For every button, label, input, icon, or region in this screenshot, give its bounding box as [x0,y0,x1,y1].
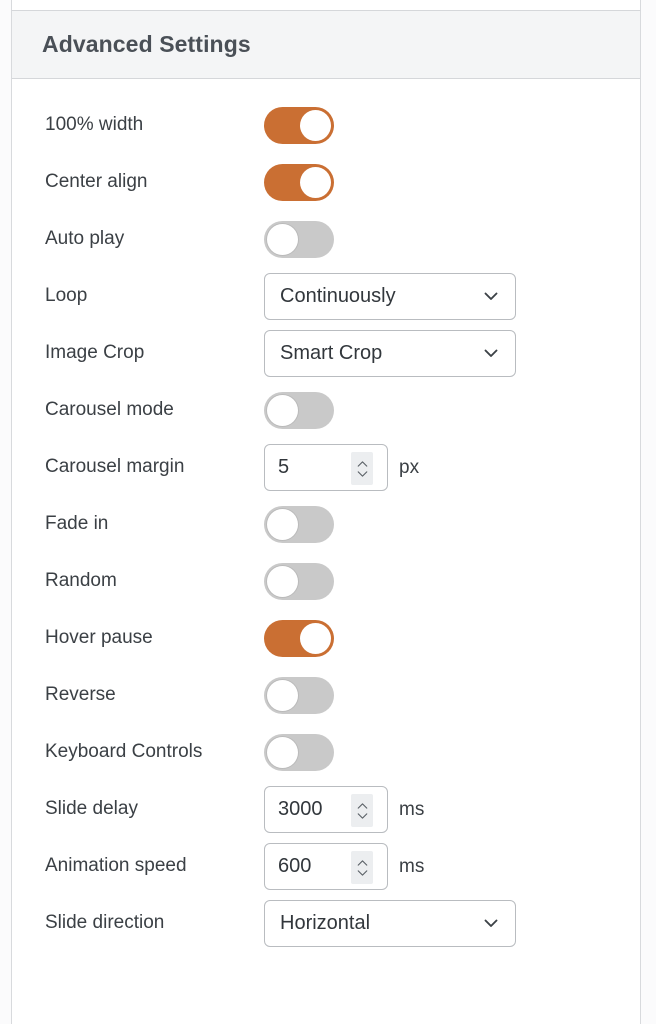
setting-row-loop: Loop Continuously [12,268,640,325]
number-value-slide-delay: 3000 [278,798,323,820]
chevron-down-icon [484,289,498,303]
setting-control-slide-delay: 3000 ms [264,786,424,833]
toggle-full-width[interactable] [264,107,334,144]
number-value-carousel-margin: 5 [278,456,290,478]
setting-control-random [264,563,334,600]
setting-row-random: Random [12,553,640,610]
setting-row-full-width: 100% width [12,97,640,154]
setting-row-auto-play: Auto play [12,211,640,268]
setting-control-reverse [264,677,334,714]
chevron-down-icon [484,346,498,360]
setting-label-image-crop: Image Crop [45,342,145,364]
toggle-knob [300,110,331,141]
advanced-settings-panel: Advanced Settings 100% width Center align… [11,11,641,1024]
setting-row-keyboard-controls: Keyboard Controls [12,724,640,781]
setting-label-random: Random [45,570,117,592]
number-input-animation-speed[interactable]: 600 [264,843,388,890]
setting-control-carousel-mode [264,392,334,429]
select-slide-direction[interactable]: Horizontal [264,900,516,947]
spinner-up-icon[interactable] [357,859,368,866]
setting-label-carousel-margin: Carousel margin [45,456,185,478]
select-value-slide-direction: Horizontal [280,912,371,934]
setting-row-center-align: Center align [12,154,640,211]
setting-row-carousel-mode: Carousel mode [12,382,640,439]
setting-row-fade-in: Fade in [12,496,640,553]
toggle-random[interactable] [264,563,334,600]
toggle-knob [267,224,298,255]
setting-label-fade-in: Fade in [45,513,109,535]
toggle-keyboard-controls[interactable] [264,734,334,771]
setting-row-reverse: Reverse [12,667,640,724]
number-input-carousel-margin[interactable]: 5 [264,444,388,491]
setting-label-loop: Loop [45,285,88,307]
setting-label-reverse: Reverse [45,684,116,706]
spinner-down-icon[interactable] [357,869,368,876]
setting-label-slide-delay: Slide delay [45,798,138,820]
toggle-fade-in[interactable] [264,506,334,543]
spinner-up-icon[interactable] [357,802,368,809]
spinner-up-icon[interactable] [357,460,368,467]
toggle-knob [267,680,298,711]
setting-label-carousel-mode: Carousel mode [45,399,174,421]
panel-header: Advanced Settings [12,11,640,79]
setting-control-loop: Continuously [264,273,516,320]
toggle-knob [267,509,298,540]
setting-row-animation-speed: Animation speed 600 ms [12,838,640,895]
setting-label-center-align: Center align [45,171,148,193]
setting-label-auto-play: Auto play [45,228,125,250]
toggle-auto-play[interactable] [264,221,334,258]
setting-control-auto-play [264,221,334,258]
select-value-loop: Continuously [280,285,396,307]
toggle-hover-pause[interactable] [264,620,334,657]
setting-label-full-width: 100% width [45,114,144,136]
setting-row-carousel-margin: Carousel margin 5 px [12,439,640,496]
setting-control-hover-pause [264,620,334,657]
select-image-crop[interactable]: Smart Crop [264,330,516,377]
setting-control-image-crop: Smart Crop [264,330,516,377]
settings-list: 100% width Center align Auto play Loop Conti… [12,80,640,952]
setting-label-hover-pause: Hover pause [45,627,153,649]
setting-row-image-crop: Image Crop Smart Crop [12,325,640,382]
toggle-carousel-mode[interactable] [264,392,334,429]
toggle-knob [300,623,331,654]
setting-control-fade-in [264,506,334,543]
setting-control-keyboard-controls [264,734,334,771]
setting-row-hover-pause: Hover pause [12,610,640,667]
toggle-knob [267,737,298,768]
panel-top-strip [11,0,641,11]
setting-label-animation-speed: Animation speed [45,855,187,877]
setting-row-slide-direction: Slide direction Horizontal [12,895,640,952]
toggle-center-align[interactable] [264,164,334,201]
toggle-knob [300,167,331,198]
number-stepper-carousel-margin[interactable] [351,452,373,485]
setting-control-full-width [264,107,334,144]
number-stepper-slide-delay[interactable] [351,794,373,827]
spinner-down-icon[interactable] [357,812,368,819]
select-value-image-crop: Smart Crop [280,342,383,364]
setting-control-slide-direction: Horizontal [264,900,516,947]
setting-label-keyboard-controls: Keyboard Controls [45,741,203,763]
number-input-slide-delay[interactable]: 3000 [264,786,388,833]
unit-label-animation-speed: ms [399,855,425,877]
unit-label-carousel-margin: px [399,456,420,478]
number-value-animation-speed: 600 [278,855,312,877]
unit-label-slide-delay: ms [399,798,425,820]
settings-page: Advanced Settings 100% width Center align… [0,0,656,1024]
spinner-down-icon[interactable] [357,470,368,477]
setting-control-carousel-margin: 5 px [264,444,419,491]
toggle-knob [267,566,298,597]
number-stepper-animation-speed[interactable] [351,851,373,884]
toggle-knob [267,395,298,426]
setting-control-center-align [264,164,334,201]
setting-label-slide-direction: Slide direction [45,912,165,934]
select-loop[interactable]: Continuously [264,273,516,320]
chevron-down-icon [484,916,498,930]
setting-control-animation-speed: 600 ms [264,843,424,890]
setting-row-slide-delay: Slide delay 3000 ms [12,781,640,838]
page-title: Advanced Settings [42,31,251,57]
toggle-reverse[interactable] [264,677,334,714]
